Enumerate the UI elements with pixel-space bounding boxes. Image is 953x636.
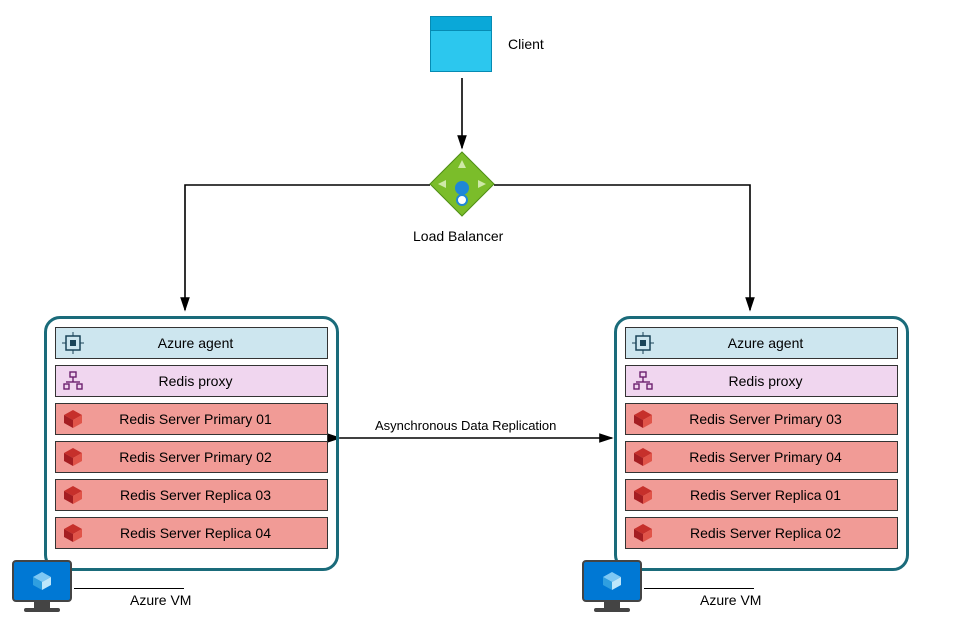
- vm-right-server-row: Redis Server Primary 03: [625, 403, 898, 435]
- azure-vm-monitor-icon: [582, 560, 642, 614]
- vm-right-server-label: Redis Server Replica 01: [664, 487, 897, 503]
- vm-left-label: Azure VM: [130, 592, 191, 608]
- vm-left-underline: [74, 588, 184, 589]
- vm-right-underline: [644, 588, 754, 589]
- cpu-chip-icon: [62, 332, 84, 354]
- vm-left-server-row: Redis Server Replica 04: [55, 517, 328, 549]
- vm-right-proxy-label: Redis proxy: [664, 373, 897, 389]
- load-balancer-icon: [428, 150, 496, 218]
- redis-cube-icon: [62, 484, 84, 506]
- cpu-chip-icon: [632, 332, 654, 354]
- vm-left-server-row: Redis Server Primary 01: [55, 403, 328, 435]
- redis-cube-icon: [632, 522, 654, 544]
- vm-left-server-label: Redis Server Replica 04: [94, 525, 327, 541]
- vm-right-server-label: Redis Server Primary 04: [664, 449, 897, 465]
- azure-vm-monitor-icon: [12, 560, 72, 614]
- vm-left-proxy-row: Redis proxy: [55, 365, 328, 397]
- network-tree-icon: [632, 370, 654, 392]
- vm-right-server-row: Redis Server Replica 01: [625, 479, 898, 511]
- vm-right-agent-label: Azure agent: [664, 335, 897, 351]
- vm-left-server-label: Redis Server Primary 01: [94, 411, 327, 427]
- redis-cube-icon: [632, 446, 654, 468]
- vm-left-server-row: Redis Server Primary 02: [55, 441, 328, 473]
- vm-right-agent-row: Azure agent: [625, 327, 898, 359]
- replication-label: Asynchronous Data Replication: [375, 418, 556, 433]
- vm-right-proxy-row: Redis proxy: [625, 365, 898, 397]
- client-label: Client: [508, 36, 544, 52]
- vm-left-server-label: Redis Server Primary 02: [94, 449, 327, 465]
- load-balancer-label: Load Balancer: [413, 228, 503, 244]
- vm-right-server-row: Redis Server Replica 02: [625, 517, 898, 549]
- redis-cube-icon: [62, 522, 84, 544]
- vm-left-container: Azure agent Redis proxy Redis Server Pri…: [44, 316, 339, 571]
- client-icon: [430, 16, 492, 74]
- vm-right-label: Azure VM: [700, 592, 761, 608]
- vm-left-agent-row: Azure agent: [55, 327, 328, 359]
- vm-left-agent-label: Azure agent: [94, 335, 327, 351]
- vm-right-container: Azure agent Redis proxy Redis Server Pri…: [614, 316, 909, 571]
- vm-left-proxy-label: Redis proxy: [94, 373, 327, 389]
- vm-left-server-row: Redis Server Replica 03: [55, 479, 328, 511]
- redis-cube-icon: [62, 446, 84, 468]
- vm-right-server-label: Redis Server Primary 03: [664, 411, 897, 427]
- redis-cube-icon: [632, 484, 654, 506]
- vm-right-server-label: Redis Server Replica 02: [664, 525, 897, 541]
- vm-left-server-label: Redis Server Replica 03: [94, 487, 327, 503]
- redis-cube-icon: [62, 408, 84, 430]
- network-tree-icon: [62, 370, 84, 392]
- vm-right-server-row: Redis Server Primary 04: [625, 441, 898, 473]
- redis-cube-icon: [632, 408, 654, 430]
